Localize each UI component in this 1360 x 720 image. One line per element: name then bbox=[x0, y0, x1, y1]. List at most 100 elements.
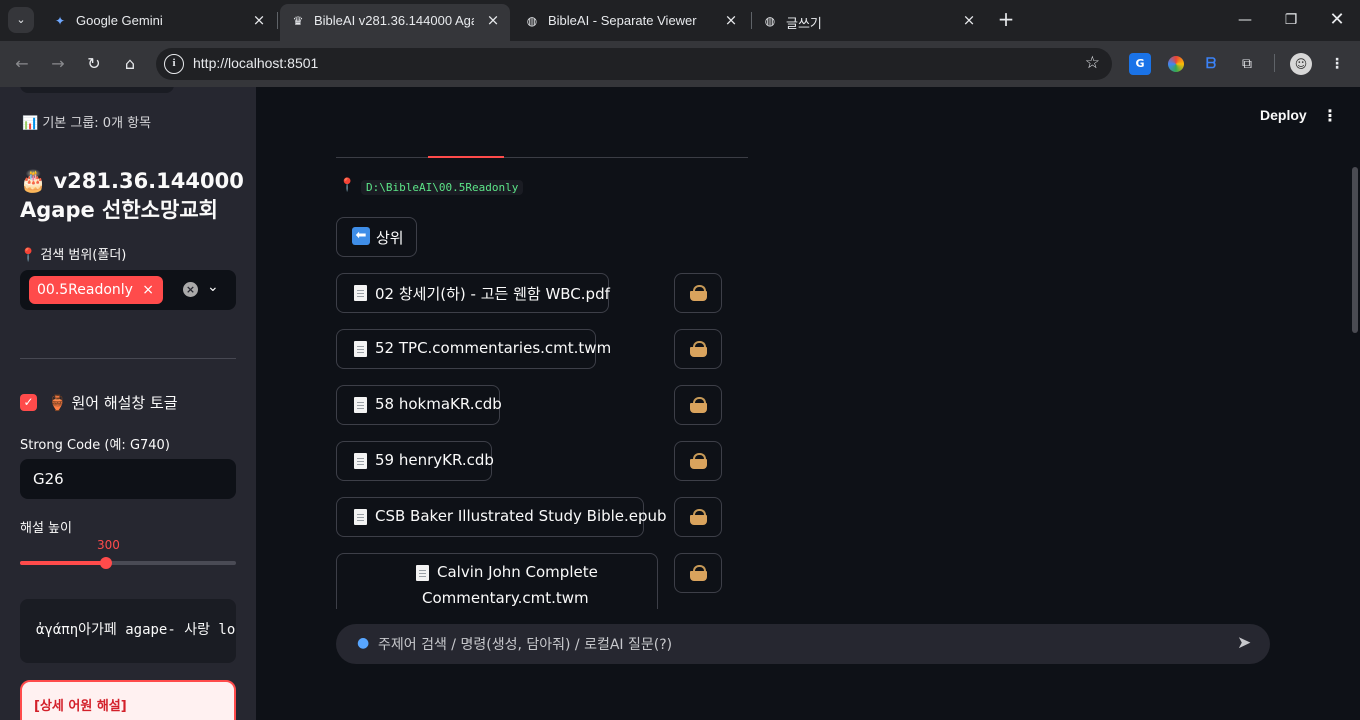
tab-title: Google Gemini bbox=[76, 13, 163, 28]
profile-avatar-icon[interactable]: ☺ bbox=[1290, 53, 1312, 75]
document-icon bbox=[354, 509, 367, 525]
crown-icon: ♛ bbox=[292, 14, 304, 28]
tab-separate-viewer[interactable]: ◍ BibleAI - Separate Viewer × bbox=[514, 6, 748, 35]
version-line-1: 🎂 v281.36.144000 bbox=[20, 169, 244, 193]
address-bar[interactable]: i http://localhost:8501 ☆ bbox=[156, 48, 1112, 80]
new-tab-icon[interactable]: + bbox=[994, 8, 1018, 32]
deploy-button[interactable]: Deploy bbox=[1260, 107, 1307, 123]
file-button[interactable]: Calvin John Complete Commentary.cmt.twm bbox=[336, 553, 658, 609]
basket-button[interactable] bbox=[674, 441, 722, 481]
tab-writing[interactable]: ◍ 글쓰기 × bbox=[752, 6, 986, 35]
site-info-icon[interactable]: i bbox=[164, 54, 184, 74]
basket-button[interactable] bbox=[674, 497, 722, 537]
app-menu-icon[interactable]: ⋮ bbox=[1322, 106, 1338, 125]
basket-icon bbox=[690, 509, 707, 525]
file-name-line-1: Calvin John Complete bbox=[437, 563, 598, 581]
close-icon[interactable]: × bbox=[960, 11, 978, 29]
browser-menu-icon[interactable]: ⋮ bbox=[1326, 53, 1348, 75]
strong-code-input[interactable]: G26 bbox=[20, 459, 236, 499]
tab-title: BibleAI v281.36.144000 Agape bbox=[314, 13, 474, 28]
strong-code-label: Strong Code (예: G740) bbox=[20, 438, 170, 453]
file-name: 58 hokmaKR.cdb bbox=[375, 395, 502, 413]
scrollbar[interactable] bbox=[1352, 167, 1358, 333]
basket-button[interactable] bbox=[674, 329, 722, 369]
path-code: D:\BibleAI\00.5Readonly bbox=[361, 180, 524, 195]
folder-chip-label: 00.5Readonly bbox=[37, 282, 133, 298]
lexicon-code-box: ἀγάπη아가페 agape- 사랑 lo bbox=[20, 599, 236, 663]
gemini-icon: ✦ bbox=[54, 14, 66, 28]
commentary-height-label: 해설 높이 bbox=[20, 521, 72, 536]
document-icon bbox=[354, 453, 367, 469]
file-name-line-2: Commentary.cmt.twm bbox=[422, 589, 589, 607]
arrow-left-icon: ⬅ bbox=[352, 227, 370, 245]
home-icon[interactable]: ⌂ bbox=[117, 51, 143, 77]
folder-multiselect[interactable]: 00.5Readonly × × ⌄ bbox=[20, 270, 236, 310]
tab-search-chevron-icon[interactable]: ⌄ bbox=[8, 7, 34, 33]
file-name: 59 henryKR.cdb bbox=[375, 451, 494, 469]
send-icon[interactable]: ➤ bbox=[1237, 633, 1251, 653]
tab-strip-line bbox=[336, 157, 748, 158]
chat-placeholder: 주제어 검색 / 명령(생성, 담아줘) / 로컬AI 질문(?) bbox=[378, 637, 673, 653]
file-button-clip: Calvin John Complete Commentary.cmt.twm bbox=[336, 553, 658, 609]
close-icon[interactable]: × bbox=[722, 11, 740, 29]
file-button[interactable]: CSB Baker Illustrated Study Bible.epub bbox=[336, 497, 667, 537]
tab-title: 글쓰기 bbox=[786, 16, 822, 31]
globe-icon: ◍ bbox=[764, 14, 776, 28]
basket-button[interactable] bbox=[674, 553, 722, 593]
parent-folder-button[interactable]: ⬅ 상위 bbox=[336, 217, 417, 257]
url-text[interactable]: http://localhost:8501 bbox=[193, 55, 318, 71]
search-scope-label: 📍 검색 범위(폴더) bbox=[20, 248, 127, 263]
reload-icon[interactable]: ↻ bbox=[81, 51, 107, 77]
sidebar-divider bbox=[20, 358, 236, 359]
basket-button[interactable] bbox=[674, 273, 722, 313]
bookmark-star-icon[interactable]: ☆ bbox=[1085, 53, 1100, 73]
height-slider[interactable] bbox=[20, 557, 236, 569]
file-button[interactable]: 58 hokmaKR.cdb bbox=[336, 385, 502, 425]
basket-icon bbox=[690, 453, 707, 469]
basket-icon bbox=[690, 565, 707, 581]
toolbar-separator bbox=[1274, 54, 1275, 72]
basket-icon bbox=[690, 341, 707, 357]
file-name: CSB Baker Illustrated Study Bible.epub bbox=[375, 507, 667, 525]
detail-etymology-title: [상세 어원 해설] bbox=[34, 699, 127, 714]
tab-separator bbox=[277, 12, 278, 29]
tab-google-gemini[interactable]: ✦ Google Gemini × bbox=[42, 6, 276, 35]
chevron-down-icon[interactable]: ⌄ bbox=[207, 279, 219, 295]
slider-thumb[interactable] bbox=[100, 557, 113, 569]
file-button[interactable]: 02 창세기(하) - 고든 웬함 WBC.pdf bbox=[336, 273, 610, 313]
close-icon[interactable]: × bbox=[250, 11, 268, 29]
chip-remove-icon[interactable]: × bbox=[142, 276, 154, 304]
window-close-icon[interactable]: ✕ bbox=[1314, 6, 1360, 34]
tab-bibleai-agape[interactable]: ♛ BibleAI v281.36.144000 Agape × bbox=[280, 4, 510, 41]
browser-toolbar: ← → ↻ ⌂ i http://localhost:8501 ☆ G ᗷ ⧉ … bbox=[0, 41, 1360, 87]
pin-icon: 📍 bbox=[339, 178, 356, 193]
translate-extension-icon[interactable]: G bbox=[1129, 53, 1151, 75]
version-line-2: Agape 선한소망교회 bbox=[20, 198, 218, 222]
sidebar: 📊 기본 그룹: 0개 항목 🎂 v281.36.144000 Agape 선한… bbox=[0, 87, 256, 720]
file-button[interactable]: 52 TPC.commentaries.cmt.twm bbox=[336, 329, 611, 369]
parent-folder-label: 상위 bbox=[376, 229, 404, 247]
file-name: 02 창세기(하) - 고든 웬함 WBC.pdf bbox=[375, 285, 610, 303]
back-icon[interactable]: ← bbox=[9, 51, 35, 77]
detail-etymology-box: [상세 어원 해설] bbox=[20, 680, 236, 720]
document-icon bbox=[354, 397, 367, 413]
restore-icon[interactable]: ❐ bbox=[1268, 6, 1314, 34]
file-button[interactable]: 59 henryKR.cdb bbox=[336, 441, 494, 481]
basket-icon bbox=[690, 285, 707, 301]
close-icon[interactable]: × bbox=[484, 11, 502, 29]
folder-chip[interactable]: 00.5Readonly × bbox=[29, 276, 163, 304]
minimize-icon[interactable]: — bbox=[1222, 6, 1268, 34]
lexicon-code-text: ἀγάπη아가페 agape- 사랑 lo bbox=[36, 622, 236, 638]
color-extension-icon[interactable] bbox=[1165, 53, 1187, 75]
document-icon bbox=[354, 341, 367, 357]
chat-input[interactable]: ● 주제어 검색 / 명령(생성, 담아줘) / 로컬AI 질문(?) ➤ bbox=[336, 624, 1270, 664]
main-content: Deploy ⋮ 📍 D:\BibleAI\00.5Readonly ⬅ 상위 … bbox=[256, 87, 1360, 720]
clear-all-icon[interactable]: × bbox=[183, 282, 198, 297]
extensions-puzzle-icon[interactable]: ⧉ bbox=[1236, 53, 1258, 75]
basket-button[interactable] bbox=[674, 385, 722, 425]
sidebar-top-input[interactable] bbox=[20, 87, 174, 93]
original-commentary-checkbox[interactable]: ✓ bbox=[20, 394, 37, 411]
b-extension-icon[interactable]: ᗷ bbox=[1200, 53, 1222, 75]
forward-icon[interactable]: → bbox=[45, 51, 71, 77]
document-icon bbox=[416, 565, 429, 581]
